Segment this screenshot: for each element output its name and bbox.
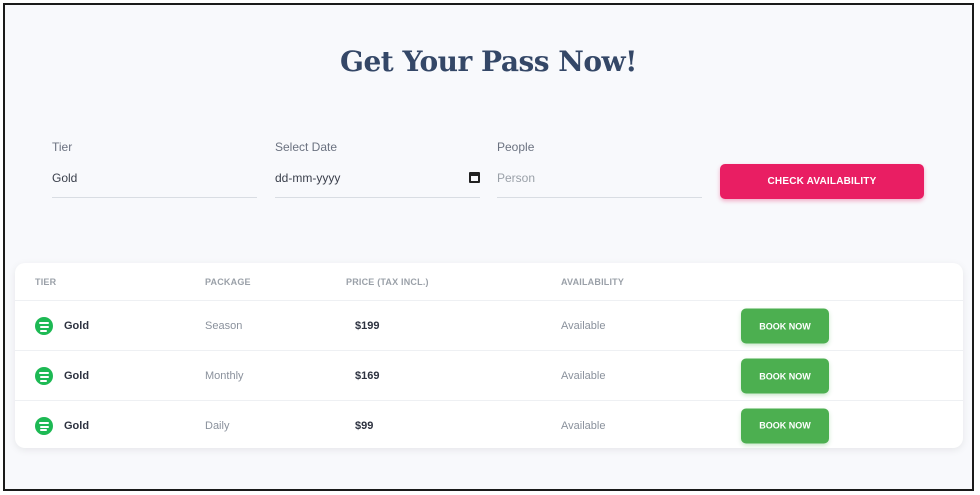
people-placeholder: Person [497, 170, 536, 185]
date-label: Select Date [275, 140, 338, 154]
date-value: dd-mm-yyyy [275, 170, 341, 185]
app-window: Get Your Pass Now! Tier Gold Select Date… [3, 3, 974, 491]
check-availability-button[interactable]: CHECK AVAILABILITY [720, 164, 924, 199]
table-header: TIER PACKAGE PRICE (TAX INCL.) AVAILABIL… [15, 263, 963, 301]
calendar-icon[interactable] [469, 172, 480, 183]
people-label: People [497, 140, 535, 154]
table-row: Gold Monthly $169 Available BOOK NOW [15, 352, 963, 401]
row-package: Monthly [205, 370, 244, 382]
book-now-button[interactable]: BOOK NOW [741, 408, 829, 443]
spotify-icon [35, 416, 53, 435]
pass-table: TIER PACKAGE PRICE (TAX INCL.) AVAILABIL… [15, 263, 963, 448]
table-row: Gold Season $199 Available BOOK NOW [15, 302, 963, 351]
tier-label: Tier [52, 140, 73, 154]
tier-input[interactable]: Gold [52, 164, 257, 198]
book-now-button[interactable]: BOOK NOW [741, 308, 829, 344]
tier-field[interactable]: Tier Gold [52, 140, 257, 198]
row-tier: Gold [64, 320, 90, 332]
spotify-icon [35, 317, 53, 335]
page-title: Get Your Pass Now! [340, 45, 637, 78]
spotify-icon [35, 367, 53, 385]
header-availability: AVAILABILITY [561, 277, 625, 287]
row-package: Daily [205, 419, 230, 432]
row-tier: Gold [64, 419, 90, 432]
header-price: PRICE (TAX INCL.) [346, 277, 429, 287]
book-now-button[interactable]: BOOK NOW [741, 358, 829, 394]
row-price: $169 [355, 370, 380, 382]
date-field[interactable]: Select Date dd-mm-yyyy [275, 140, 480, 198]
header-tier: TIER [35, 277, 57, 287]
row-availability: Available [561, 320, 606, 332]
header-package: PACKAGE [205, 277, 251, 287]
date-input[interactable]: dd-mm-yyyy [275, 164, 480, 198]
people-input[interactable]: Person [497, 164, 702, 198]
row-availability: Available [561, 419, 606, 432]
row-price: $99 [355, 419, 374, 432]
row-tier: Gold [64, 370, 90, 382]
table-row: Gold Daily $99 Available BOOK NOW [15, 401, 963, 450]
row-package: Season [205, 320, 243, 332]
people-field[interactable]: People Person [497, 140, 702, 198]
tier-value: Gold [52, 170, 78, 185]
row-price: $199 [355, 320, 380, 332]
row-availability: Available [561, 370, 606, 382]
